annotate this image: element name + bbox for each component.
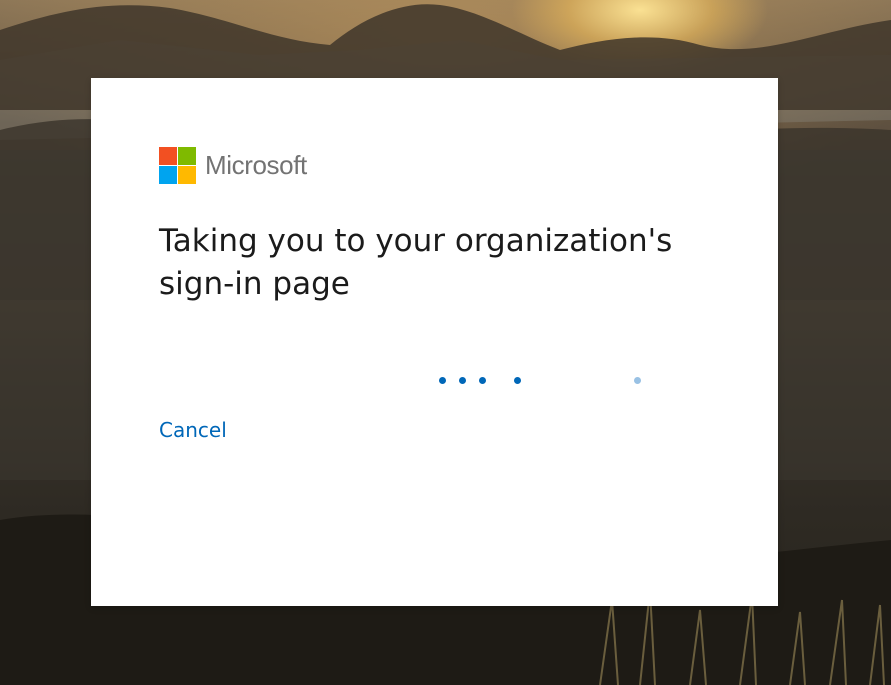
microsoft-wordmark: Microsoft: [205, 149, 307, 180]
page-title: Taking you to your organization's sign-i…: [159, 223, 673, 302]
sign-in-dialog: Microsoft Taking you to your organizatio…: [91, 78, 778, 606]
progress-indicator: [421, 363, 661, 403]
logo-square-green: [178, 146, 196, 165]
progress-dot: [439, 377, 446, 384]
logo-square-red: [159, 146, 177, 165]
logo-square-blue: [159, 165, 177, 184]
progress-dot: [514, 377, 521, 384]
microsoft-logo-icon: [159, 146, 196, 184]
progress-dot: [459, 377, 466, 384]
microsoft-logo: Microsoft: [159, 146, 307, 184]
progress-dot: [634, 377, 641, 384]
cancel-link[interactable]: Cancel: [159, 418, 227, 442]
logo-square-yellow: [178, 165, 196, 184]
progress-dot: [479, 377, 486, 384]
